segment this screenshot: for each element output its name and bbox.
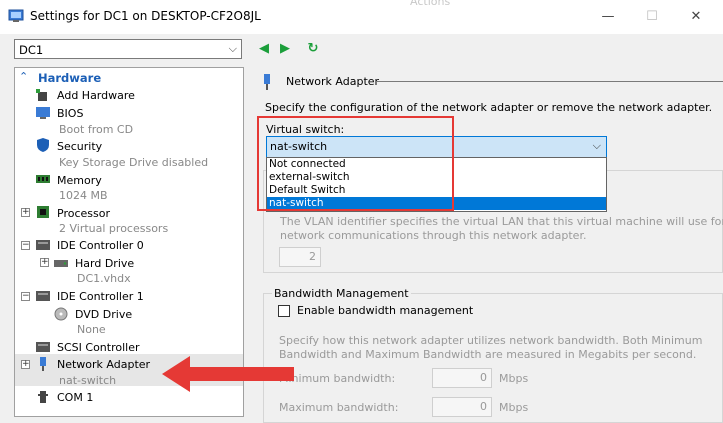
tree-item-bios-detail: Boot from CD bbox=[59, 123, 134, 136]
bandwidth-description-line-1: Specify how this network adapter utilize… bbox=[279, 334, 703, 347]
window-title: Settings for DC1 on DESKTOP-CF2O8JL bbox=[30, 9, 261, 23]
tree-item-ide-controller-1[interactable]: IDE Controller 1 bbox=[57, 290, 144, 303]
highlight-box bbox=[257, 116, 454, 211]
tree-item-hard-drive-detail: DC1.vhdx bbox=[77, 272, 131, 285]
back-arrow-icon[interactable]: ◀ bbox=[256, 40, 272, 58]
min-bandwidth-unit: Mbps bbox=[499, 372, 529, 385]
tree-section-hardware[interactable]: Hardware bbox=[38, 71, 101, 85]
network-adapter-section-icon bbox=[264, 74, 270, 90]
network-adapter-description: Specify the configuration of the network… bbox=[265, 101, 713, 114]
minimize-button[interactable]: — bbox=[588, 4, 628, 30]
tree-item-security-detail: Key Storage Drive disabled bbox=[59, 156, 209, 169]
bandwidth-description: Specify how this network adapter utilize… bbox=[279, 334, 702, 362]
vlan-id-input[interactable]: 2 bbox=[279, 247, 321, 267]
min-bandwidth-label: Minimum bandwidth: bbox=[279, 372, 396, 385]
tree-item-network-adapter-detail: nat-switch bbox=[59, 374, 117, 387]
expand-hard-drive-icon[interactable]: + bbox=[40, 258, 49, 267]
ide-controller-icon bbox=[36, 291, 50, 301]
processor-icon bbox=[37, 206, 49, 218]
tree-item-memory[interactable]: Memory bbox=[57, 174, 102, 187]
close-button[interactable]: ✕ bbox=[676, 4, 716, 30]
tree-item-dvd-drive[interactable]: DVD Drive bbox=[75, 308, 132, 321]
scsi-controller-icon bbox=[36, 342, 50, 352]
min-bandwidth-input[interactable]: 0 bbox=[432, 368, 492, 388]
expand-processor-icon[interactable]: + bbox=[21, 208, 30, 217]
tree-item-dvd-drive-detail: None bbox=[77, 323, 106, 336]
add-hardware-icon bbox=[36, 89, 47, 101]
bandwidth-description-line-2: Bandwidth and Maximum Bandwidth are meas… bbox=[279, 348, 697, 361]
bios-icon bbox=[36, 107, 50, 119]
com-port-icon bbox=[38, 391, 48, 403]
tree-item-bios[interactable]: BIOS bbox=[57, 107, 83, 120]
red-arrow-annotation bbox=[162, 356, 294, 392]
tree-item-processor[interactable]: Processor bbox=[57, 207, 110, 220]
vm-selector[interactable]: DC1 ⌵ bbox=[14, 39, 242, 59]
tree-item-security[interactable]: Security bbox=[57, 140, 102, 153]
max-bandwidth-label: Maximum bandwidth: bbox=[279, 401, 399, 414]
enable-bandwidth-checkbox[interactable] bbox=[278, 305, 290, 317]
section-divider bbox=[376, 81, 723, 82]
tree-item-hard-drive[interactable]: Hard Drive bbox=[75, 257, 134, 270]
refresh-icon[interactable]: ↻ bbox=[305, 40, 321, 58]
expand-network-adapter-icon[interactable]: + bbox=[21, 360, 30, 369]
vm-selector-value: DC1 bbox=[19, 43, 44, 57]
tree-item-com-1[interactable]: COM 1 bbox=[57, 391, 93, 404]
tree-item-add-hardware[interactable]: Add Hardware bbox=[57, 89, 135, 102]
max-bandwidth-unit: Mbps bbox=[499, 401, 529, 414]
section-title: Network Adapter bbox=[286, 75, 380, 88]
network-adapter-icon bbox=[40, 357, 46, 371]
hard-drive-icon bbox=[54, 260, 68, 267]
tree-item-memory-detail: 1024 MB bbox=[59, 189, 108, 202]
chevron-down-icon: ⌵ bbox=[228, 42, 237, 55]
collapse-ide1-icon[interactable]: − bbox=[21, 292, 30, 301]
shield-icon bbox=[37, 138, 49, 152]
background-window-text: Actions bbox=[410, 0, 451, 8]
memory-icon bbox=[36, 175, 50, 183]
maximize-button[interactable]: ☐ bbox=[632, 4, 672, 30]
max-bandwidth-input[interactable]: 0 bbox=[432, 397, 492, 417]
tree-item-scsi-controller[interactable]: SCSI Controller bbox=[57, 341, 140, 354]
tree-item-network-adapter[interactable]: Network Adapter bbox=[57, 358, 150, 371]
vlan-description-line-1: The VLAN identifier specifies the virtua… bbox=[280, 215, 723, 228]
dvd-drive-icon bbox=[54, 307, 68, 321]
collapse-ide0-icon[interactable]: − bbox=[21, 241, 30, 250]
ide-controller-icon bbox=[36, 240, 50, 250]
enable-bandwidth-label[interactable]: Enable bandwidth management bbox=[297, 304, 473, 317]
tree-item-processor-detail: 2 Virtual processors bbox=[59, 222, 169, 235]
vlan-description: The VLAN identifier specifies the virtua… bbox=[280, 215, 723, 243]
bandwidth-title: Bandwidth Management bbox=[272, 287, 411, 300]
hyper-v-settings-icon bbox=[8, 9, 24, 22]
tree-item-ide-controller-0[interactable]: IDE Controller 0 bbox=[57, 239, 144, 252]
chevron-down-icon: ⌵ bbox=[592, 139, 601, 152]
forward-arrow-icon[interactable]: ▶ bbox=[277, 40, 293, 58]
vlan-description-line-2: network communications through this netw… bbox=[280, 229, 587, 242]
collapse-up-icon[interactable]: ⌃ bbox=[19, 70, 28, 83]
